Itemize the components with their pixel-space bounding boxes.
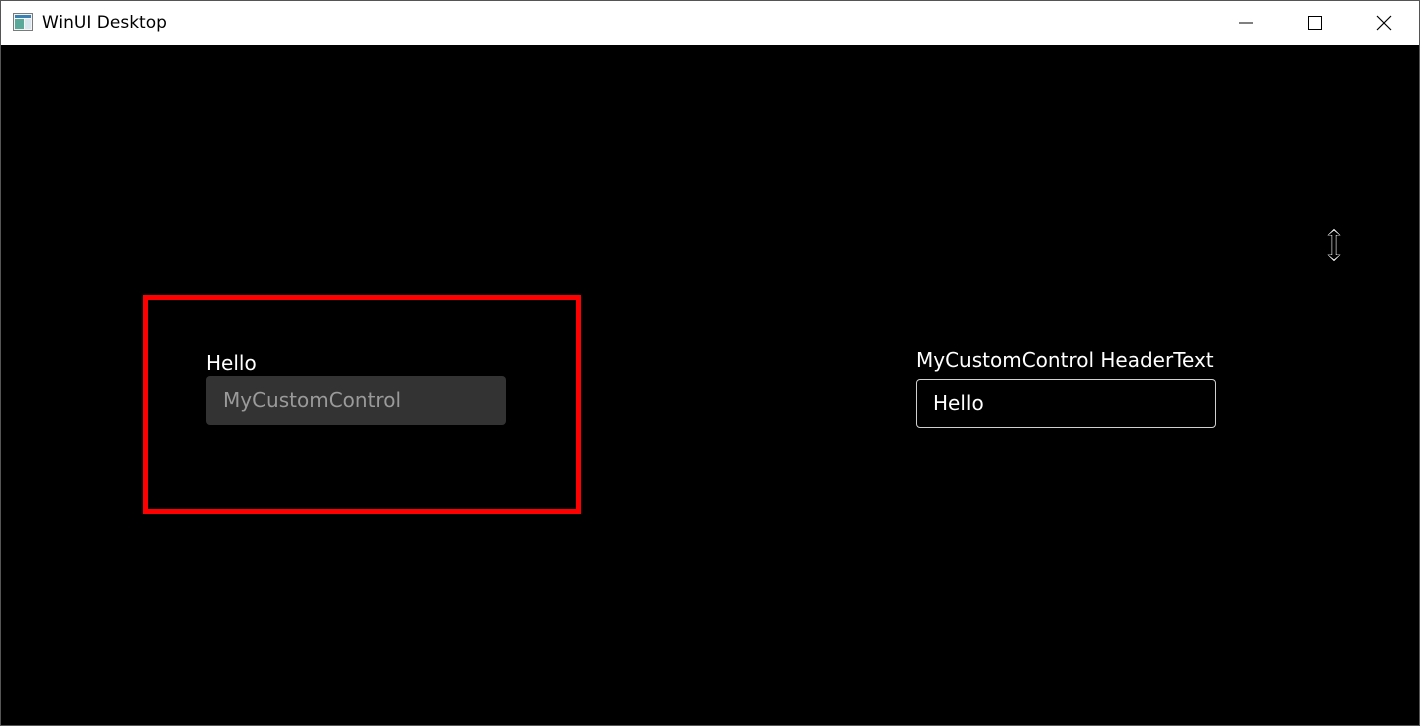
close-icon xyxy=(1376,15,1392,31)
left-control-header: Hello xyxy=(206,351,257,375)
app-window-icon xyxy=(13,13,33,31)
minimize-button[interactable] xyxy=(1211,1,1281,45)
app-window: WinUI Desktop Hello MyCustomControl MyCu… xyxy=(0,0,1420,726)
maximize-button[interactable] xyxy=(1280,1,1350,45)
resize-vertical-cursor-icon xyxy=(1323,227,1345,263)
title-bar[interactable]: WinUI Desktop xyxy=(1,1,1419,45)
minimize-icon xyxy=(1238,15,1254,31)
maximize-icon xyxy=(1307,15,1323,31)
header-text-input[interactable]: Hello xyxy=(916,379,1216,428)
close-button[interactable] xyxy=(1349,1,1419,45)
window-content: Hello MyCustomControl MyCustomControl He… xyxy=(1,45,1419,725)
custom-control-input[interactable]: MyCustomControl xyxy=(206,376,506,425)
right-control-header: MyCustomControl HeaderText xyxy=(916,348,1214,372)
window-title: WinUI Desktop xyxy=(42,13,167,33)
